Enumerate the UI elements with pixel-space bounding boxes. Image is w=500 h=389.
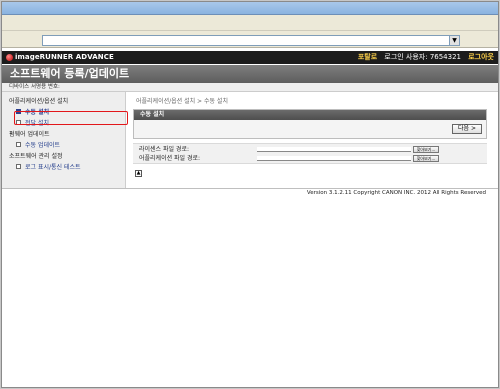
- page-content: imageRUNNER ADVANCE 포탈로 로그인 사용자: 7654321…: [2, 49, 498, 387]
- sidebar-category-firmware: 펌웨어 업데이트: [9, 131, 50, 138]
- sidebar-category-app-install: 어플리케이션/옵션 설치: [9, 98, 69, 105]
- sidebar-item-label[interactable]: 로그 표시/통신 테스트: [25, 164, 81, 171]
- section-header: 수동 설치: [134, 110, 486, 120]
- window-titlebar: [2, 2, 498, 15]
- page-title: 소프트웨어 등록/업데이트: [10, 67, 130, 80]
- license-path-label: 라이센스 파일 경로:: [139, 146, 189, 153]
- device-name-label: 디바이스 서명용 변호:: [9, 84, 60, 90]
- app-path-label: 어플리케이션 파일 경로:: [139, 155, 201, 162]
- header-links: 포탈로 로그인 사용자: 7654321 로그아웃: [353, 53, 494, 62]
- manual-install-section: 수동 설치 다음 >: [133, 109, 487, 139]
- brand-title: imageRUNNER ADVANCE: [15, 53, 114, 61]
- page-title-bar: 소프트웨어 등록/업데이트: [2, 65, 498, 83]
- license-browse-button[interactable]: 찾아보기...: [413, 146, 439, 153]
- canon-logo-icon: [6, 54, 13, 61]
- bullet-icon: [16, 164, 21, 169]
- app-path-input[interactable]: [257, 156, 411, 161]
- toolbar-divider: [2, 30, 498, 31]
- breadcrumb: 어플리케이션/옵션 설치 > 수동 설치: [136, 98, 228, 105]
- footer-divider: [2, 188, 498, 189]
- copyright-text: Version 3.1.2.11 Copyright CANON INC. 20…: [306, 190, 486, 196]
- device-name-bar: 디바이스 서명용 변호:: [2, 83, 498, 92]
- license-path-input[interactable]: [257, 147, 411, 152]
- page-top-icon[interactable]: ▲: [135, 170, 142, 177]
- login-user-text: 로그인 사용자: 7654321: [384, 53, 461, 61]
- bullet-icon: [16, 142, 21, 147]
- next-button[interactable]: 다음 >: [452, 124, 482, 134]
- sidebar-category-software-settings: 소프트웨어 관리 설정: [9, 153, 63, 160]
- address-bar[interactable]: ▼: [42, 35, 460, 46]
- logout-link[interactable]: 로그아웃: [468, 53, 494, 61]
- sidebar: 어플리케이션/옵션 설치 수동 설치 전달 설치 펌웨어 업데이트 수동 업데이…: [2, 92, 126, 188]
- portal-link[interactable]: 포탈로: [358, 53, 377, 61]
- brand-bar: imageRUNNER ADVANCE 포탈로 로그인 사용자: 7654321…: [2, 51, 498, 64]
- section-title: 수동 설치: [140, 111, 165, 118]
- sidebar-item-manual-update[interactable]: 수동 업데이트: [16, 142, 60, 150]
- sidebar-item-log-test[interactable]: 로그 표시/통신 테스트: [16, 164, 81, 172]
- browser-toolbar: ▼: [2, 15, 498, 48]
- main-panel: 어플리케이션/옵션 설치 > 수동 설치 수동 설치 다음 > 라이센스 파일 …: [129, 92, 498, 232]
- chevron-down-icon[interactable]: ▼: [449, 36, 459, 45]
- sidebar-item-label[interactable]: 수동 업데이트: [25, 142, 60, 149]
- app-browse-button[interactable]: 찾아보기...: [413, 155, 439, 162]
- file-path-form: 라이센스 파일 경로: 찾아보기... 어플리케이션 파일 경로: 찾아보기..…: [133, 143, 487, 164]
- highlight-box: [14, 111, 128, 125]
- browser-window: ▼ imageRUNNER ADVANCE 포탈로 로그인 사용자: 76543…: [1, 1, 499, 388]
